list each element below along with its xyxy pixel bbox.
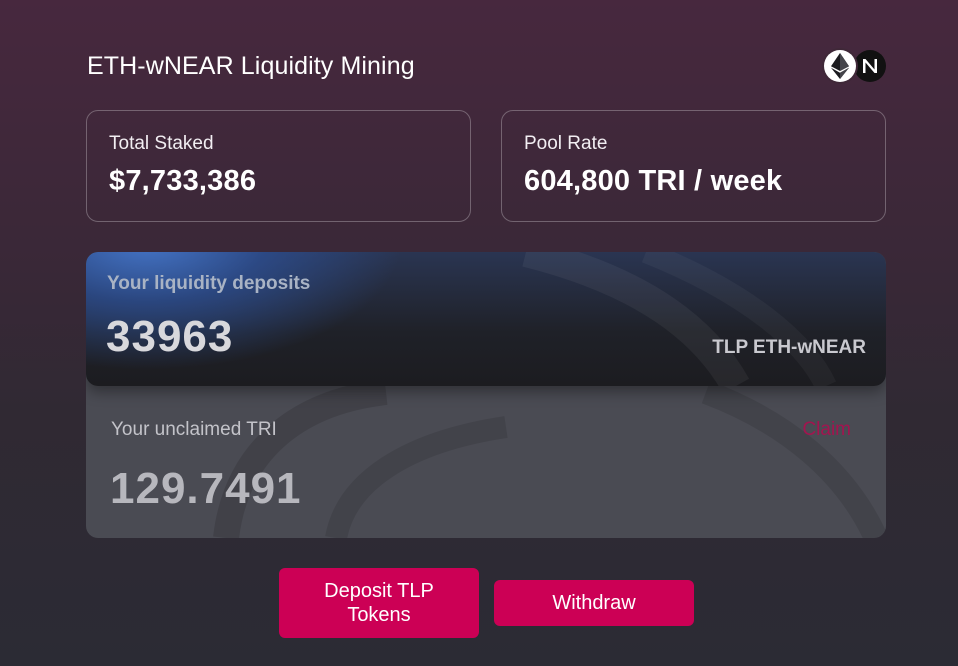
unclaimed-tri-label: Your unclaimed TRI [111,419,277,440]
withdraw-button[interactable]: Withdraw [494,580,694,626]
liquidity-deposits-label: Your liquidity deposits [107,273,311,294]
near-icon [854,50,886,82]
unclaimed-tri-value: 129.7491 [110,464,302,513]
total-staked-label: Total Staked [109,133,214,154]
pool-rate-card: Pool Rate 604,800 TRI / week [501,110,886,222]
claim-link[interactable]: Claim [802,419,851,441]
token-pair [824,50,886,82]
liquidity-deposits-unit: TLP ETH-wNEAR [712,337,866,358]
deposits-card: Your liquidity deposits 33963 TLP ETH-wN… [86,252,886,538]
total-staked-value: $7,733,386 [109,165,257,197]
page-header: ETH-wNEAR Liquidity Mining [87,48,886,84]
deposit-tlp-tokens-button[interactable]: Deposit TLP Tokens [279,568,479,638]
pool-rate-label: Pool Rate [524,133,608,154]
page-title: ETH-wNEAR Liquidity Mining [87,51,415,80]
total-staked-card: Total Staked $7,733,386 [86,110,471,222]
eth-icon [824,50,856,82]
liquidity-deposits-panel: Your liquidity deposits 33963 TLP ETH-wN… [86,252,886,386]
pool-rate-value: 604,800 TRI / week [524,165,783,197]
liquidity-deposits-value: 33963 [106,312,234,361]
